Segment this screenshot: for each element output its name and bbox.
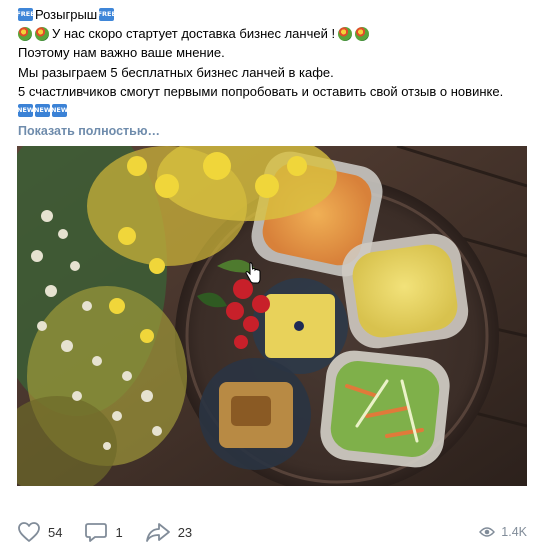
- salad-icon: [35, 26, 49, 41]
- food-photo-icon: [17, 146, 527, 486]
- shares-count: 23: [177, 524, 193, 540]
- post-line-2: Поэтому нам важно ваше мнение.: [18, 45, 225, 61]
- heart-icon: [18, 522, 40, 542]
- show-more-link[interactable]: Показать полностью…: [18, 122, 533, 141]
- like-button[interactable]: 54: [17, 521, 62, 543]
- post-line-3: Мы разыграем 5 бесплатных бизнес ланчей …: [18, 64, 334, 80]
- post: FREE Розыгрыш FREE У нас скоро стартует …: [0, 0, 542, 558]
- comments-count: 1: [115, 524, 123, 540]
- comment-icon: [85, 523, 108, 542]
- comment-button[interactable]: 1: [84, 521, 123, 543]
- post-actions: 54 1 23 1.4K: [17, 514, 527, 550]
- views-count: 1.4K: [501, 525, 527, 539]
- share-button[interactable]: 23: [145, 521, 192, 543]
- post-title-line: FREE Розыгрыш FREE: [16, 5, 533, 24]
- salad-icon: [338, 26, 353, 41]
- post-line-1: У нас скоро стартует доставка бизнес лан…: [18, 24, 533, 43]
- salad-icon: [355, 26, 370, 41]
- new-badges: NEW NEW NEW: [17, 101, 533, 120]
- share-icon: [145, 523, 170, 542]
- post-text: FREE Розыгрыш FREE У нас скоро стартует …: [16, 5, 533, 141]
- salad-icon: [18, 26, 32, 41]
- post-photo[interactable]: [17, 146, 527, 486]
- post-line-1-text: У нас скоро стартует доставка бизнес лан…: [52, 26, 336, 42]
- free-badge-icon: FREE: [98, 8, 116, 22]
- post-line-4: 5 счастливчиков смогут первыми попробова…: [18, 83, 504, 99]
- likes-count: 54: [48, 524, 63, 540]
- hand-cursor-icon: [245, 262, 261, 284]
- new-badge-icon: NEW: [34, 104, 51, 118]
- new-badge-icon: NEW: [51, 104, 68, 118]
- free-badge-icon: FREE: [16, 8, 35, 22]
- eye-icon: [479, 527, 496, 537]
- post-title: Розыгрыш: [35, 7, 98, 22]
- views-counter: 1.4K: [479, 525, 527, 539]
- new-badge-icon: NEW: [17, 104, 34, 118]
